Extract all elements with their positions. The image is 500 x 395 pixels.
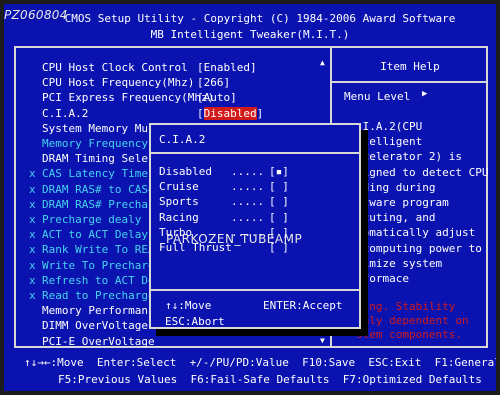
value-bracket: ] (256, 106, 264, 120)
disabled-marker: x (29, 228, 36, 242)
popup-divider-bottom (151, 289, 359, 291)
setting-label: DIMM OverVoltage (42, 319, 148, 333)
setting-label: Write To Precharg (42, 258, 155, 272)
setting-row[interactable]: C.I.A.2 [Disabled] (4, 106, 320, 121)
watermark: PZ060804 (4, 8, 68, 22)
help-warning-line: stem components. (356, 328, 462, 341)
setting-label: CPU Host Frequency(Mhz) (42, 76, 195, 90)
popup-option-dots: ..... (231, 165, 265, 178)
selected-value[interactable]: Disabled (203, 106, 257, 120)
setting-label: C.I.A.2 (42, 106, 89, 120)
help-line: computing power to (356, 241, 482, 255)
setting-label: Memory Performanc (42, 304, 155, 318)
disabled-marker: x (29, 167, 36, 181)
menu-level-arrow-icon: ▶ (422, 89, 428, 99)
setting-value[interactable]: [Enabled] (197, 60, 257, 75)
popup-option-label[interactable]: Cruise (159, 180, 199, 193)
help-divider (332, 81, 488, 83)
popup-option-dots: ..... (231, 210, 265, 224)
value-bracket: [ (197, 106, 204, 120)
disabled-marker: x (29, 289, 36, 302)
setting-label: Precharge dealy ( (42, 213, 155, 226)
disabled-marker: x (29, 182, 36, 196)
setting-label: System Memory Mul (42, 121, 155, 135)
setting-value[interactable]: [Auto] (197, 90, 237, 105)
setting-label: Memory Frequency( (42, 137, 155, 150)
disabled-marker: x (29, 243, 36, 257)
popup-option-checkbox[interactable]: [ ] (269, 211, 289, 224)
help-line: ximize system (356, 256, 443, 270)
popup-option-checkbox[interactable]: [ ] (269, 180, 289, 193)
item-help-title: Item Help (380, 60, 440, 73)
disabled-marker: x (29, 213, 36, 226)
help-line: tomatically adjust (356, 226, 476, 240)
popup-divider-top (151, 152, 359, 154)
footer-keys-line1: ↑↓→←:Move Enter:Select +/-/PU/PD:Value F… (24, 356, 496, 369)
setting-label: DRAM RAS# to CAS# (42, 182, 155, 196)
disabled-marker: x (29, 197, 36, 211)
setting-row[interactable]: CPU Host Frequency(Mhz) [266] (4, 75, 320, 90)
setting-value[interactable]: [266] (197, 75, 230, 90)
disabled-marker: x (29, 273, 36, 287)
header-menu-title: MB Intelligent Tweaker(M.I.T.) (150, 28, 350, 41)
help-line: ccelerator 2) is (356, 150, 462, 164)
setting-label: Read to Precharge (42, 289, 155, 302)
help-warning-line: ting. Stability (356, 300, 456, 313)
setting-label: DRAM RAS# Prechar (42, 197, 155, 211)
setting-label: PCI-E OverVoltage (42, 334, 155, 348)
setting-label: CAS Latency Time (42, 167, 148, 181)
popup-key-abort: ESC:Abort (165, 315, 225, 328)
bios-screen: CMOS Setup Utility - Copyright (C) 1984-… (4, 4, 496, 391)
setting-row[interactable]: PCI Express Frequency(Mhz) [Auto] (4, 90, 320, 105)
setting-label: ACT to ACT Delay (42, 228, 148, 242)
popup-option-label[interactable]: Racing (159, 211, 199, 224)
setting-label: CPU Host Clock Control (42, 61, 188, 74)
popup-option-label[interactable]: Sports (159, 195, 199, 208)
setting-value[interactable]: [Disabled] (197, 106, 263, 121)
help-line: signed to detect CPU (356, 165, 489, 179)
popup-option-checkbox[interactable]: [ ] (269, 195, 289, 208)
setting-label: PCI Express Frequency(Mhz) (42, 91, 215, 105)
popup-option-label[interactable]: Disabled (159, 165, 212, 178)
popup-option-dots: ..... (231, 195, 265, 209)
menu-level-label: Menu Level (344, 90, 411, 103)
setting-row[interactable]: CPU Host Clock Control [Enabled] (4, 60, 320, 75)
overlay-watermark: PARKOZEN_TUBEAMP (166, 232, 303, 246)
popup-option-dots: ..... (231, 180, 265, 194)
help-line: ftware program (356, 196, 449, 209)
disabled-marker: x (29, 258, 36, 272)
setting-label: Refresh to ACT De (42, 273, 155, 287)
scroll-down-icon[interactable]: ▼ (320, 336, 325, 345)
popup-option-checkbox[interactable]: [▪] (269, 165, 289, 178)
cia2-popup: C.I.A.2 Disabled..... [▪] Cruise..... [ ] Sp… (149, 123, 361, 329)
setting-label: Rank Write To REA (42, 243, 155, 257)
help-warning-line: ghly dependent on (356, 314, 469, 327)
footer-keys-line2: F5:Previous Values F6:Fail-Safe Defaults… (58, 373, 482, 386)
popup-key-accept: ENTER:Accept (263, 299, 343, 312)
setting-label: DRAM Timing Selec (42, 152, 155, 166)
header-copyright: CMOS Setup Utility - Copyright (C) 1984-… (64, 12, 456, 25)
popup-key-move: ↑↓:Move (165, 299, 212, 312)
scroll-up-icon[interactable]: ▲ (320, 58, 325, 67)
popup-title: C.I.A.2 (159, 133, 206, 146)
